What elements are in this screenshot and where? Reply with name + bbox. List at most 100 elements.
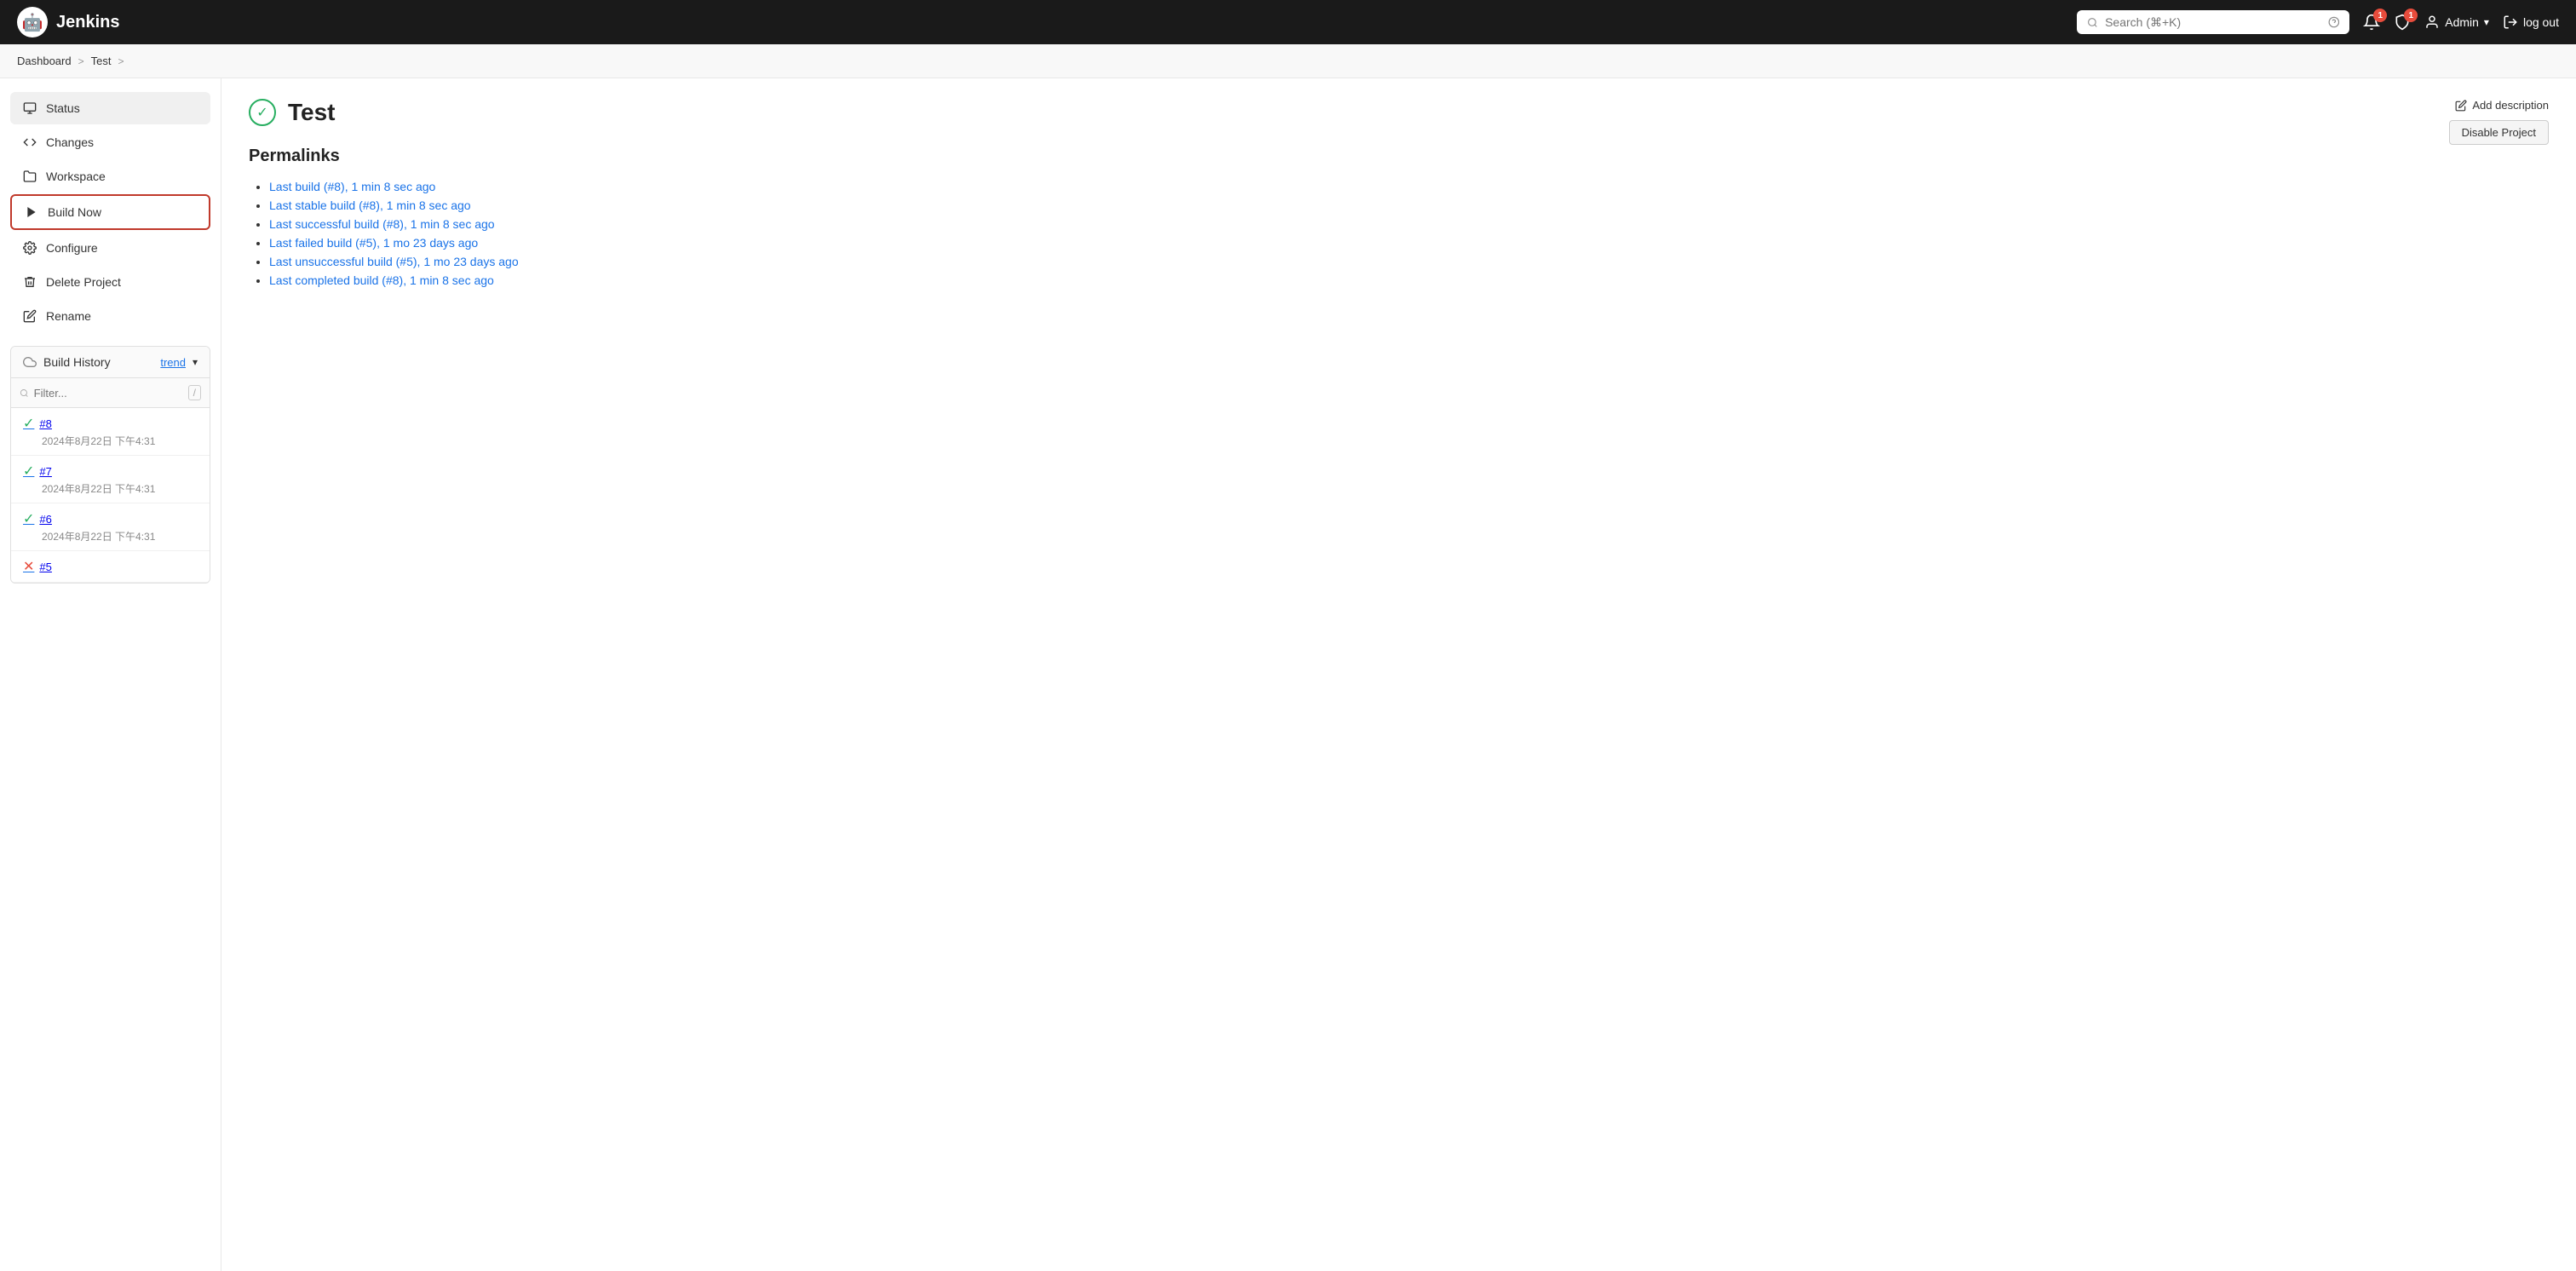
permalinks-list: Last build (#8), 1 min 8 sec ago Last st… [249,180,2549,287]
build-fail-icon-5: ✕ [23,558,34,575]
permalink-last-build: Last build (#8), 1 min 8 sec ago [269,180,2549,193]
help-icon [2328,15,2340,29]
sidebar-item-changes-label: Changes [46,135,94,149]
permalink-last-unsuccessful-build-link[interactable]: Last unsuccessful build (#5), 1 mo 23 da… [269,255,519,268]
build-now-icon [24,204,39,220]
build-success-icon-7: ✓ [23,463,34,480]
sidebar-item-configure[interactable]: Configure [10,232,210,264]
cloud-icon [23,355,37,369]
permalink-last-completed-build: Last completed build (#8), 1 min 8 sec a… [269,273,2549,287]
sidebar-item-build-now-label: Build Now [48,205,101,219]
breadcrumb-dashboard[interactable]: Dashboard [17,55,72,67]
permalink-last-failed-build-link[interactable]: Last failed build (#5), 1 mo 23 days ago [269,236,478,250]
main-header: 🤖 Jenkins 1 1 Admin ▾ [0,0,2576,44]
permalinks-title: Permalinks [249,147,2549,166]
jenkins-icon: 🤖 [17,7,48,37]
permalink-last-build-link[interactable]: Last build (#8), 1 min 8 sec ago [269,180,435,193]
build-history-chevron: ▾ [193,356,198,368]
sidebar: Status Changes Workspace [0,78,221,1271]
notifications-button[interactable]: 1 [2363,14,2380,31]
main-layout: Status Changes Workspace [0,78,2576,1271]
add-description-button[interactable]: Add description [2455,99,2549,112]
build-link-8[interactable]: #8 [39,417,51,430]
build-item-6[interactable]: ✓ #6 2024年8月22日 下午4:31 [11,503,210,551]
sidebar-item-rename[interactable]: Rename [10,300,210,332]
notification-badge: 1 [2373,9,2387,22]
sidebar-item-rename-label: Rename [46,309,91,323]
page-title-area: ✓ Test [249,99,2549,126]
build-date-6: 2024年8月22日 下午4:31 [23,529,198,543]
permalink-last-stable-build-link[interactable]: Last stable build (#8), 1 min 8 sec ago [269,198,471,212]
right-actions: Add description Disable Project [2449,99,2549,145]
rename-icon [22,308,37,324]
chevron-down-icon: ▾ [2484,16,2489,28]
logout-label: log out [2523,15,2559,29]
filter-search-icon [20,388,29,399]
sidebar-item-workspace[interactable]: Workspace [10,160,210,193]
breadcrumb-sep-1: > [78,55,84,67]
breadcrumb-sep-2: > [118,55,124,67]
search-input[interactable] [2105,15,2320,29]
disable-project-label: Disable Project [2462,126,2536,139]
user-menu[interactable]: Admin ▾ [2424,14,2489,30]
permalink-last-successful-build: Last successful build (#8), 1 min 8 sec … [269,217,2549,231]
permalinks-section: Permalinks Last build (#8), 1 min 8 sec … [249,147,2549,287]
shield-badge: 1 [2404,9,2418,22]
sidebar-item-status[interactable]: Status [10,92,210,124]
permalink-last-failed-build: Last failed build (#5), 1 mo 23 days ago [269,236,2549,250]
sidebar-item-build-now[interactable]: Build Now [10,194,210,230]
user-label: Admin [2445,15,2479,29]
sidebar-item-status-label: Status [46,101,80,115]
disable-project-button[interactable]: Disable Project [2449,120,2549,145]
build-link-6[interactable]: #6 [39,513,51,526]
configure-icon [22,240,37,256]
sidebar-item-workspace-label: Workspace [46,170,106,183]
build-link-7[interactable]: #7 [39,465,51,478]
build-date-8: 2024年8月22日 下午4:31 [23,434,198,448]
build-number-6: ✓ #6 [23,510,198,527]
build-history-title: Build History [43,355,153,369]
build-filter-input[interactable] [34,387,183,400]
main-content: ✓ Test Add description Disable Project P… [221,78,2576,1271]
add-description-label: Add description [2472,99,2549,112]
search-bar [2077,10,2349,34]
filter-shortcut: / [188,385,201,400]
workspace-icon [22,169,37,184]
build-item-8[interactable]: ✓ #8 2024年8月22日 下午4:31 [11,408,210,456]
build-date-7: 2024年8月22日 下午4:31 [23,481,198,496]
app-name: Jenkins [56,13,119,32]
build-history-filter: / [11,378,210,408]
status-success-icon: ✓ [249,99,276,126]
search-icon [2087,16,2098,29]
build-success-icon-6: ✓ [23,510,34,527]
header-icons: 1 1 Admin ▾ log out [2363,14,2559,31]
sidebar-item-delete-label: Delete Project [46,275,121,289]
build-success-icon-8: ✓ [23,415,34,432]
build-number-5: ✕ #5 [23,558,198,575]
delete-icon [22,274,37,290]
breadcrumb-test[interactable]: Test [91,55,112,67]
shield-button[interactable]: 1 [2394,14,2411,31]
changes-icon [22,135,37,150]
page-title: Test [288,99,336,126]
permalink-last-completed-build-link[interactable]: Last completed build (#8), 1 min 8 sec a… [269,273,494,287]
status-icon [22,101,37,116]
build-history-header: Build History trend ▾ [11,347,210,378]
permalink-last-stable-build: Last stable build (#8), 1 min 8 sec ago [269,198,2549,212]
breadcrumb: Dashboard > Test > [0,44,2576,78]
build-number-8: ✓ #8 [23,415,198,432]
trend-link[interactable]: trend [160,356,186,369]
permalink-last-successful-build-link[interactable]: Last successful build (#8), 1 min 8 sec … [269,217,495,231]
build-link-5[interactable]: #5 [39,561,51,573]
jenkins-logo[interactable]: 🤖 Jenkins [17,7,119,37]
sidebar-item-configure-label: Configure [46,241,98,255]
edit-icon [2455,100,2467,112]
build-item-5[interactable]: ✕ #5 [11,551,210,583]
logout-button[interactable]: log out [2503,14,2559,30]
build-number-7: ✓ #7 [23,463,198,480]
sidebar-item-changes[interactable]: Changes [10,126,210,158]
sidebar-item-delete-project[interactable]: Delete Project [10,266,210,298]
permalink-last-unsuccessful-build: Last unsuccessful build (#5), 1 mo 23 da… [269,255,2549,268]
build-history-section: Build History trend ▾ / ✓ #8 2024年8月22日 … [10,346,210,584]
build-item-7[interactable]: ✓ #7 2024年8月22日 下午4:31 [11,456,210,503]
